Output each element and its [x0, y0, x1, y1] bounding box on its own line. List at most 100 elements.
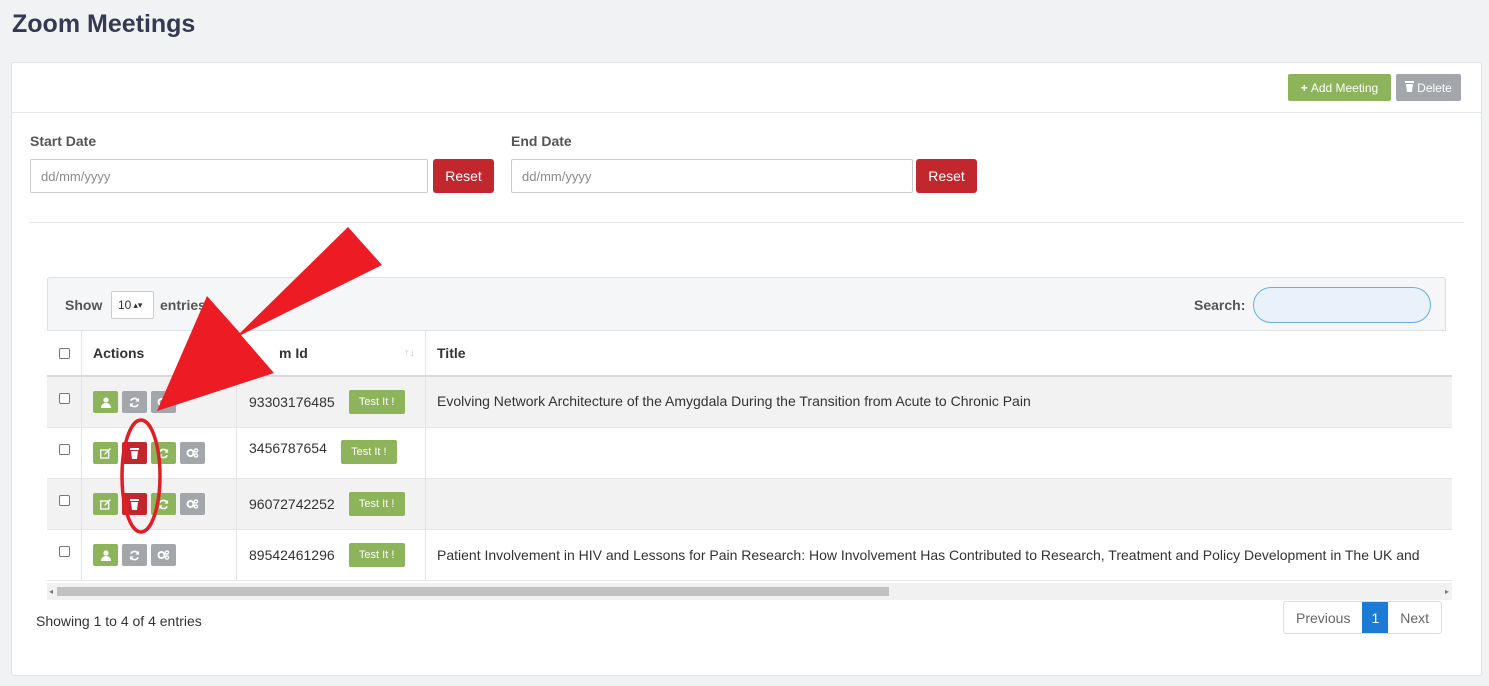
col-meeting-id-label: m Id	[279, 345, 308, 361]
trash-icon	[130, 447, 139, 459]
row-actions-cell	[82, 479, 237, 529]
table-row: 89542461296 Test It ! Patient Involvement …	[47, 530, 1452, 581]
test-it-button[interactable]: Test It !	[348, 390, 405, 414]
scroll-right-icon[interactable]: ▸	[1445, 587, 1449, 596]
table-toolbar: Show 10 ▴▾ entries Search:	[47, 277, 1446, 331]
table-row: 3456787654 Test It !	[47, 428, 1452, 479]
host-button[interactable]	[93, 544, 118, 566]
refresh-button[interactable]	[151, 442, 176, 464]
user-icon	[100, 549, 111, 561]
row-id-cell: 3456787654 Test It !	[237, 428, 426, 478]
meetings-table: Show 10 ▴▾ entries Search: Actions m Id …	[47, 277, 1452, 600]
meeting-title: Patient Involvement in HIV and Lessons f…	[437, 547, 1420, 563]
horizontal-scrollbar[interactable]: ◂ ▸	[47, 583, 1452, 600]
delete-row-button[interactable]	[122, 442, 147, 464]
trash-icon	[1405, 80, 1415, 95]
row-select-cell	[47, 428, 82, 478]
host-button[interactable]	[93, 391, 118, 413]
previous-button[interactable]: Previous	[1284, 602, 1362, 633]
refresh-icon	[129, 397, 140, 408]
next-button[interactable]: Next	[1388, 602, 1441, 633]
select-all-cell	[47, 331, 82, 375]
edit-icon	[100, 447, 111, 459]
search-input[interactable]	[1253, 287, 1431, 323]
table-row: 93303176485 Test It ! Evolving Network Arc…	[47, 377, 1452, 428]
edit-icon	[100, 498, 111, 510]
page-length-select[interactable]: 10 ▴▾	[111, 291, 154, 319]
page-title: Zoom Meetings	[12, 10, 196, 38]
row-id-cell: 89542461296 Test It !	[237, 530, 426, 580]
row-checkbox[interactable]	[58, 495, 70, 506]
refresh-button[interactable]	[122, 391, 147, 413]
show-label: Show	[65, 297, 103, 313]
scroll-thumb[interactable]	[57, 587, 889, 596]
sort-icon: ↑↓	[404, 347, 415, 359]
meeting-title: Evolving Network Architecture of the Amy…	[437, 393, 1031, 409]
select-all-checkbox[interactable]	[58, 347, 70, 359]
add-meeting-button[interactable]: + Add Meeting	[1288, 74, 1391, 101]
refresh-button[interactable]	[151, 493, 176, 515]
delete-label: Delete	[1417, 80, 1452, 95]
user-icon	[100, 396, 111, 408]
add-meeting-label: Add Meeting	[1310, 80, 1379, 95]
meeting-id: 3456787654	[249, 440, 327, 456]
col-meeting-id[interactable]: m Id ↑↓	[237, 331, 426, 375]
test-it-button[interactable]: Test It !	[348, 492, 405, 516]
row-select-cell	[47, 377, 82, 427]
cogs-icon	[186, 499, 199, 509]
pagination: Previous 1 Next	[1283, 601, 1443, 634]
table-info: Showing 1 to 4 of 4 entries	[36, 613, 202, 629]
refresh-icon	[129, 550, 140, 561]
table-header: Actions m Id ↑↓ Title	[47, 331, 1452, 377]
start-date-input[interactable]	[30, 159, 428, 193]
card-header: + Add Meeting Delete	[12, 63, 1481, 113]
table-row: 96072742252 Test It !	[47, 479, 1452, 530]
plus-icon: +	[1300, 80, 1308, 95]
test-it-button[interactable]: Test It !	[340, 440, 397, 464]
reset-start-button[interactable]: Reset	[433, 159, 494, 193]
row-title-cell	[426, 428, 1452, 478]
row-checkbox[interactable]	[58, 393, 70, 404]
delete-row-button[interactable]	[122, 493, 147, 515]
meeting-id: 96072742252	[249, 496, 335, 512]
cogs-icon	[186, 448, 199, 458]
row-checkbox[interactable]	[58, 444, 70, 455]
page-1-button[interactable]: 1	[1362, 602, 1389, 633]
end-date-label: End Date	[511, 133, 572, 149]
end-date-input[interactable]	[511, 159, 913, 193]
search-label: Search:	[1194, 297, 1246, 313]
row-actions-cell	[82, 377, 237, 427]
row-select-cell	[47, 479, 82, 529]
settings-button[interactable]	[151, 391, 176, 413]
row-title-cell: Patient Involvement in HIV and Lessons f…	[426, 530, 1452, 580]
edit-button[interactable]	[93, 442, 118, 464]
settings-button[interactable]	[151, 544, 176, 566]
trash-icon	[130, 498, 139, 510]
refresh-icon	[158, 448, 169, 459]
refresh-button[interactable]	[122, 544, 147, 566]
meeting-id: 89542461296	[249, 547, 335, 563]
row-id-cell: 93303176485 Test It !	[237, 377, 426, 427]
row-title-cell	[426, 479, 1452, 529]
settings-button[interactable]	[180, 442, 205, 464]
col-actions[interactable]: Actions	[82, 331, 237, 375]
select-arrows-icon: ▴▾	[133, 299, 143, 310]
start-date-label: Start Date	[30, 133, 97, 149]
delete-button[interactable]: Delete	[1396, 74, 1461, 101]
scroll-left-icon[interactable]: ◂	[49, 587, 53, 596]
meetings-card: + Add Meeting Delete Start Date Reset En…	[11, 62, 1482, 676]
entries-label: entries	[160, 297, 206, 313]
row-checkbox[interactable]	[58, 546, 70, 557]
meeting-id: 93303176485	[249, 394, 335, 410]
page-length-value: 10	[118, 298, 132, 312]
refresh-icon	[158, 499, 169, 510]
row-select-cell	[47, 530, 82, 580]
settings-button[interactable]	[180, 493, 205, 515]
col-title[interactable]: Title	[426, 331, 1452, 375]
cogs-icon	[157, 397, 170, 407]
row-title-cell: Evolving Network Architecture of the Amy…	[426, 377, 1452, 427]
edit-button[interactable]	[93, 493, 118, 515]
test-it-button[interactable]: Test It !	[348, 543, 405, 567]
row-actions-cell	[82, 428, 237, 478]
reset-end-button[interactable]: Reset	[916, 159, 977, 193]
